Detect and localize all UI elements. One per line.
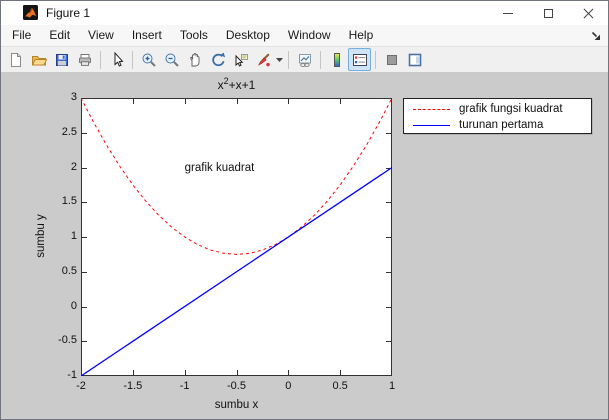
legend-sample-solid-blue xyxy=(413,124,450,126)
maximize-button[interactable] xyxy=(528,1,568,25)
y-tick-label: -1 xyxy=(67,369,77,381)
minimize-icon xyxy=(503,12,513,14)
y-tick-label: 2 xyxy=(70,160,77,173)
x-tick-label: -0.5 xyxy=(227,380,246,392)
print-figure-button[interactable] xyxy=(73,48,96,71)
close-icon xyxy=(583,8,594,19)
close-button[interactable] xyxy=(568,1,608,25)
x-tick-label: 0.5 xyxy=(332,380,348,392)
brush-data-button[interactable] xyxy=(252,48,275,71)
window-controls xyxy=(488,1,608,25)
menu-view[interactable]: View xyxy=(79,25,123,46)
data-cursor-button[interactable] xyxy=(229,48,252,71)
pointer-button[interactable] xyxy=(105,48,128,71)
save-floppy-icon xyxy=(55,53,68,66)
toolbar-separator xyxy=(375,50,376,69)
open-folder-icon xyxy=(31,55,47,65)
legend-label: turunan pertama xyxy=(459,119,544,131)
matlab-logo-icon xyxy=(23,5,38,20)
show-plot-tools-icon xyxy=(408,53,421,66)
arrow-cursor-icon xyxy=(114,51,124,67)
toolbar-separator xyxy=(320,50,321,69)
legend-label: grafik fungsi kuadrat xyxy=(459,103,563,115)
printer-icon xyxy=(78,53,91,66)
maximize-icon xyxy=(543,8,553,18)
x-tick-label: 1 xyxy=(388,380,396,392)
hide-plot-tools-icon xyxy=(386,54,397,65)
dropdown-caret-icon xyxy=(276,57,283,62)
figure-toolbar xyxy=(1,47,608,73)
new-document-icon xyxy=(10,52,21,67)
y-tick-label: 0 xyxy=(70,299,77,312)
menu-help[interactable]: Help xyxy=(340,25,383,46)
legend-sample-dashed-red xyxy=(413,108,450,110)
show-plot-tools-button[interactable] xyxy=(403,48,426,71)
link-plot-button[interactable] xyxy=(293,48,316,71)
insert-colorbar-button[interactable] xyxy=(325,48,348,71)
titlebar[interactable]: Figure 1 xyxy=(1,1,608,25)
open-file-button[interactable] xyxy=(27,48,50,71)
zoom-in-icon xyxy=(142,53,156,67)
zoom-out-button[interactable] xyxy=(160,48,183,71)
menu-window[interactable]: Window xyxy=(279,25,340,46)
y-tick-label: -0.5 xyxy=(58,334,77,347)
menu-desktop[interactable]: Desktop xyxy=(217,25,279,46)
window-title: Figure 1 xyxy=(46,6,91,20)
save-figure-button[interactable] xyxy=(50,48,73,71)
figure-window: Figure 1 File Edit View Insert Tools Des… xyxy=(0,0,609,420)
legend-box[interactable]: grafik fungsi kuadrat turunan pertama xyxy=(403,98,592,134)
toolbar-separator xyxy=(100,50,101,69)
new-figure-button[interactable] xyxy=(4,48,27,71)
dock-figure-icon[interactable] xyxy=(591,31,601,41)
x-tick-label: -2 xyxy=(76,380,86,392)
zoom-out-icon xyxy=(165,53,179,67)
x-axis-label: sumbu x xyxy=(214,399,259,411)
rotate-3d-button[interactable] xyxy=(206,48,229,71)
pan-button[interactable] xyxy=(183,48,206,71)
x-tick-label: -1 xyxy=(179,380,190,392)
legend-entry-quadratic: grafik fungsi kuadrat xyxy=(404,101,591,117)
menu-tools[interactable]: Tools xyxy=(171,25,217,46)
legend-icon xyxy=(352,53,367,66)
legend-entry-derivative: turunan pertama xyxy=(404,117,591,133)
rotate-3d-icon xyxy=(211,52,225,66)
brush-dropdown-button[interactable] xyxy=(275,49,284,70)
plot-title: x2+x+1 xyxy=(217,76,256,92)
y-tick-label: 2.5 xyxy=(61,125,77,138)
x-tick-label: 0 xyxy=(285,380,292,392)
menubar: File Edit View Insert Tools Desktop Wind… xyxy=(1,25,608,47)
menu-edit[interactable]: Edit xyxy=(40,25,79,46)
x-tick-label: -1.5 xyxy=(123,380,143,392)
toolbar-separator xyxy=(288,50,289,69)
hide-plot-tools-button[interactable] xyxy=(380,48,403,71)
link-plot-icon xyxy=(298,53,311,67)
figure-canvas: x2+x+1 sumbu x sumbu y grafik fungsi kua… xyxy=(1,73,608,419)
plot-annotation: grafik kuadrat xyxy=(184,161,255,174)
zoom-in-button[interactable] xyxy=(137,48,160,71)
minimize-button[interactable] xyxy=(488,1,528,25)
plot-axes[interactable] xyxy=(81,98,392,376)
menu-insert[interactable]: Insert xyxy=(123,25,171,46)
insert-legend-button[interactable] xyxy=(348,48,371,71)
y-tick-label: 1.5 xyxy=(61,195,77,208)
data-cursor-icon xyxy=(235,53,248,67)
y-tick-label: 3 xyxy=(70,91,77,103)
menu-file[interactable]: File xyxy=(3,25,40,46)
y-tick-label: 0.5 xyxy=(61,264,77,277)
hand-pan-icon xyxy=(189,52,199,66)
colorbar-icon xyxy=(333,52,340,67)
y-tick-label: 1 xyxy=(70,230,77,242)
toolbar-separator xyxy=(132,50,133,69)
brush-icon xyxy=(257,52,270,66)
